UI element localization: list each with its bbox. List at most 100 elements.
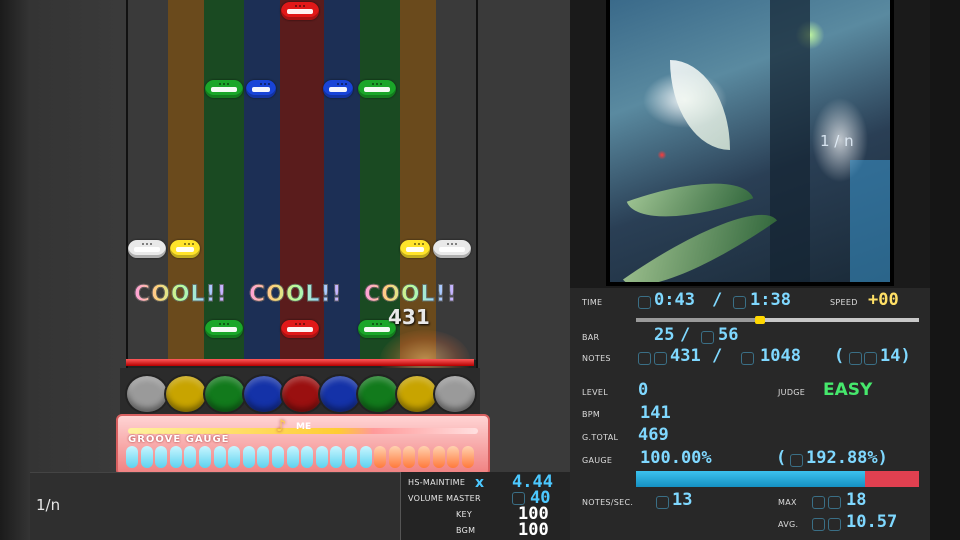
notes-extra: 14) [880, 346, 911, 366]
note-green [358, 80, 396, 98]
gtotal-label: G.TOTAL [582, 433, 619, 442]
volume-master-label: VOLUME MASTER [408, 494, 481, 503]
judgement-text: COOL!! [249, 282, 343, 308]
groove-gauge-segment [228, 446, 241, 468]
time-progress-knob [755, 316, 766, 324]
groove-gauge-segment [403, 446, 416, 468]
groove-gauge-segment [388, 446, 401, 468]
groove-gauge-segment [140, 446, 153, 468]
pop-button-white[interactable] [125, 374, 169, 414]
judge-value: EASY [823, 380, 873, 400]
groove-gauge-segment [301, 446, 314, 468]
groove-gauge: ♪ ME GROOVE GAUGE [116, 414, 490, 476]
groove-gauge-segment [374, 446, 387, 468]
digit-placeholder [701, 331, 714, 344]
pop-button-yellow[interactable] [164, 374, 208, 414]
note-yellow [400, 240, 430, 258]
time-total: 1:38 [750, 290, 791, 310]
groove-gauge-segment [155, 446, 168, 468]
bga-flower [670, 60, 730, 150]
pop-button-white[interactable] [433, 374, 477, 414]
digit-placeholder [812, 518, 825, 531]
notes-current: 431 [670, 346, 701, 366]
time-label: TIME [582, 298, 603, 307]
groove-gauge-segment [359, 446, 372, 468]
groove-gauge-segment [447, 446, 460, 468]
bga-overlay-text: 1 / n [820, 132, 854, 150]
multiplier-symbol: x [475, 475, 485, 491]
hs-maintime-label: HS-MAINTIME [408, 478, 466, 487]
digit-placeholder [828, 518, 841, 531]
combo-counter: 431 [388, 305, 430, 329]
bgm-volume-value: 100 [518, 520, 549, 540]
digit-placeholder [741, 352, 754, 365]
groove-gauge-segment [199, 446, 211, 468]
song-info-bar [30, 472, 400, 540]
digit-placeholder [638, 296, 651, 309]
groove-gauge-label: GROOVE GAUGE [128, 434, 230, 445]
digit-placeholder [812, 496, 825, 509]
notes-per-sec-label: NOTES/SEC. [582, 498, 634, 507]
groove-gauge-segment [286, 446, 299, 468]
gtotal-value: 469 [638, 425, 669, 445]
note-red [281, 2, 319, 20]
pop-button-green[interactable] [356, 374, 400, 414]
bga-image: 1 / n [610, 0, 890, 282]
judgement-text: COOL!! [134, 282, 228, 308]
groove-gauge-segment [461, 446, 474, 468]
notes-separator: / [712, 346, 723, 366]
time-current: 0:43 [654, 290, 695, 310]
groove-gauge-segment [213, 446, 226, 468]
music-note-icon: ♪ [276, 416, 287, 435]
notes-total: 1048 [760, 346, 801, 366]
bpm-value: 141 [640, 403, 671, 423]
digit-placeholder [656, 496, 669, 509]
note-white [433, 240, 471, 258]
bar-separator: / [680, 325, 691, 345]
notes-per-sec-value: 13 [672, 490, 693, 510]
bar-total: 56 [718, 325, 739, 345]
key-volume-label: KEY [456, 510, 473, 519]
note-white [128, 240, 166, 258]
avg-label: AVG. [778, 520, 799, 529]
bar-label: BAR [582, 333, 600, 342]
max-label: MAX [778, 498, 797, 507]
digit-placeholder [654, 352, 667, 365]
max-value: 18 [846, 490, 867, 510]
digit-placeholder [828, 496, 841, 509]
digit-placeholder [638, 352, 651, 365]
pop-button-green[interactable] [203, 374, 247, 414]
time-progress-bar [636, 316, 919, 324]
groove-gauge-badge: ME [296, 422, 312, 432]
digit-placeholder [790, 454, 803, 467]
bga-building [850, 160, 890, 282]
time-separator: / [712, 290, 723, 310]
gauge-bar [636, 471, 919, 487]
song-title: 1/n [36, 496, 61, 514]
note-yellow [170, 240, 200, 258]
time-progress-fill [636, 318, 761, 322]
level-label: LEVEL [582, 388, 608, 397]
bpm-label: BPM [582, 410, 601, 419]
bar-current: 25 [654, 325, 675, 345]
digit-placeholder [864, 352, 877, 365]
note-blue [323, 80, 353, 98]
speed-value: +00 [868, 290, 899, 310]
groove-gauge-segment [242, 446, 255, 468]
bga-building [770, 0, 810, 282]
level-value: 0 [638, 380, 649, 400]
groove-gauge-segment [272, 446, 284, 468]
gauge-paren: ( [776, 448, 787, 468]
gauge-label: GAUGE [582, 456, 613, 465]
groove-gauge-segment [345, 446, 357, 468]
groove-gauge-segment [126, 446, 138, 468]
note-red [281, 320, 319, 338]
note-blue [246, 80, 276, 98]
digit-placeholder [733, 296, 746, 309]
digit-placeholder [849, 352, 862, 365]
gauge-value: 100.00% [640, 448, 712, 468]
notes-paren: ( [834, 346, 845, 366]
groove-gauge-segment [315, 446, 328, 468]
game-screen: COOL!! COOL!! COOL!! 431 ♪ ME GROOVE GAU… [0, 0, 960, 540]
note-green [205, 80, 243, 98]
